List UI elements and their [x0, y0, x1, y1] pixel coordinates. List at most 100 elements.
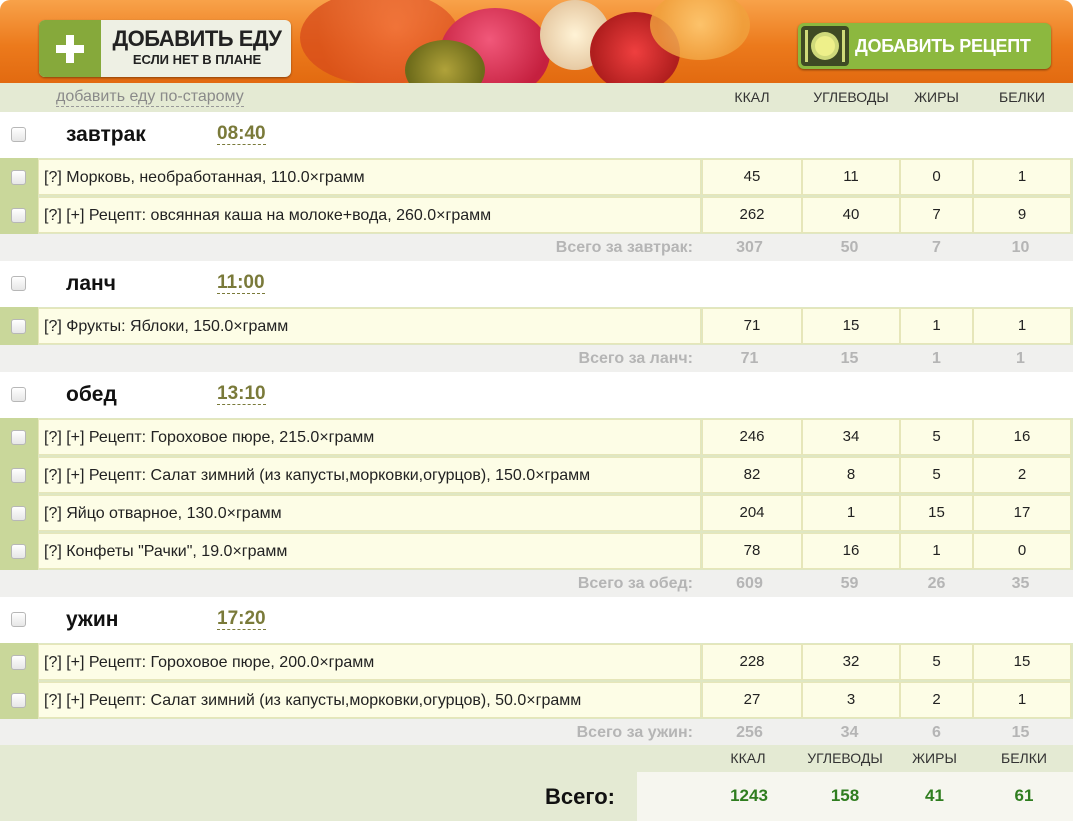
protein-cell: 1 [973, 159, 1071, 195]
carbs-cell: 32 [802, 644, 900, 680]
total-kcal: 71 [740, 350, 759, 367]
grand-total-row: Всего: 1243 158 41 61 [0, 772, 1073, 821]
meal-name: обед [66, 383, 117, 406]
protein-cell: 16 [973, 419, 1071, 455]
add-food-title: ДОБАВИТЬ ЕДУ [112, 26, 282, 51]
fat-cell: 7 [900, 197, 973, 233]
table-row: [?] Морковь, необработанная, 110.0×грамм… [0, 158, 1073, 196]
protein-cell: 15 [973, 644, 1071, 680]
add-food-subtitle: ЕСЛИ НЕТ В ПЛАНЕ [132, 52, 262, 67]
meal-total-row: Всего за ужин: 256 34 6 15 [0, 719, 1073, 746]
add-food-button[interactable]: ДОБАВИТЬ ЕДУ ЕСЛИ НЕТ В ПЛАНЕ [39, 20, 291, 77]
protein-cell: 0 [973, 533, 1071, 569]
header-banner: ДОБАВИТЬ ЕДУ ЕСЛИ НЕТ В ПЛАНЕ ДОБАВИТЬ Р… [0, 0, 1073, 83]
grand-total-kcal: 1243 [730, 786, 768, 805]
meal-header-supper: ужин 17:20 [0, 597, 1073, 643]
total-protein: 10 [1011, 239, 1030, 256]
carbs-cell: 1 [802, 495, 900, 531]
food-name[interactable]: [?] [+] Рецепт: овсянная каша на молоке+… [44, 207, 491, 225]
carbs-cell: 15 [802, 308, 900, 344]
meal-name: ужин [66, 608, 119, 631]
food-checkbox[interactable] [11, 544, 26, 559]
total-carbs: 15 [840, 350, 859, 367]
total-fat: 26 [927, 575, 946, 592]
protein-cell: 17 [973, 495, 1071, 531]
meal-time[interactable]: 11:00 [217, 272, 265, 294]
add-food-old-way-link[interactable]: добавить еду по-старому [56, 88, 244, 107]
meal-total-label: Всего за завтрак: [555, 239, 693, 256]
kcal-cell: 262 [702, 197, 802, 233]
table-row: [?] [+] Рецепт: Гороховое пюре, 215.0×гр… [0, 418, 1073, 456]
total-kcal: 307 [736, 239, 763, 256]
total-protein: 15 [1011, 724, 1030, 741]
food-name[interactable]: [?] [+] Рецепт: Салат зимний (из капусты… [44, 467, 590, 485]
food-name[interactable]: [?] Морковь, необработанная, 110.0×грамм [44, 169, 365, 187]
plate-icon [801, 26, 849, 66]
meal-checkbox[interactable] [11, 276, 26, 291]
column-header-kcal: ККАЛ [734, 89, 770, 105]
total-carbs: 50 [840, 239, 859, 256]
meal-header-dinner: обед 13:10 [0, 372, 1073, 418]
meal-time[interactable]: 08:40 [217, 123, 266, 145]
kcal-cell: 78 [702, 533, 802, 569]
grand-total-values: 1243 158 41 61 [637, 772, 1073, 821]
meal-checkbox[interactable] [11, 127, 26, 142]
total-fat: 7 [932, 239, 941, 256]
grand-total-protein: 61 [1014, 786, 1034, 805]
protein-cell: 1 [973, 682, 1071, 718]
total-protein: 1 [1016, 350, 1025, 367]
grand-header-protein: БЕЛКИ [1001, 750, 1047, 766]
food-checkbox[interactable] [11, 693, 26, 708]
table-row: [?] [+] Рецепт: овсянная каша на молоке+… [0, 196, 1073, 234]
meal-time[interactable]: 17:20 [217, 608, 266, 630]
carbs-cell: 11 [802, 159, 900, 195]
meal-checkbox[interactable] [11, 387, 26, 402]
meal-total-label: Всего за ланч: [578, 350, 693, 367]
food-name[interactable]: [?] Яйцо отварное, 130.0×грамм [44, 505, 282, 523]
column-header-protein: БЕЛКИ [999, 89, 1045, 105]
food-checkbox[interactable] [11, 506, 26, 521]
kcal-cell: 246 [702, 419, 802, 455]
grand-total-fat: 41 [925, 786, 944, 805]
food-checkbox[interactable] [11, 655, 26, 670]
kcal-cell: 45 [702, 159, 802, 195]
food-name[interactable]: [?] Конфеты "Рачки", 19.0×грамм [44, 543, 287, 561]
grand-total-carbs: 158 [830, 786, 860, 805]
total-carbs: 59 [840, 575, 859, 592]
meal-header-lunch: ланч 11:00 [0, 261, 1073, 307]
food-checkbox[interactable] [11, 170, 26, 185]
total-protein: 35 [1011, 575, 1030, 592]
fat-cell: 2 [900, 682, 973, 718]
grand-total-label: Всего: [545, 784, 615, 809]
add-recipe-label: ДОБАВИТЬ РЕЦЕПТ [855, 36, 1031, 56]
total-kcal: 256 [736, 724, 763, 741]
grand-total-header: ККАЛ УГЛЕВОДЫ ЖИРЫ БЕЛКИ [0, 745, 1073, 772]
food-name[interactable]: [?] [+] Рецепт: Салат зимний (из капусты… [44, 692, 581, 710]
kcal-cell: 27 [702, 682, 802, 718]
food-checkbox[interactable] [11, 468, 26, 483]
knife-icon [842, 30, 845, 62]
table-row: [?] [+] Рецепт: Салат зимний (из капусты… [0, 456, 1073, 494]
grand-header-fat: ЖИРЫ [912, 750, 957, 766]
food-checkbox[interactable] [11, 430, 26, 445]
meal-time[interactable]: 13:10 [217, 383, 266, 405]
fat-cell: 5 [900, 419, 973, 455]
carbs-cell: 40 [802, 197, 900, 233]
kcal-cell: 82 [702, 457, 802, 493]
column-header-fat: ЖИРЫ [914, 89, 959, 105]
meal-total-row: Всего за ланч: 71 15 1 1 [0, 345, 1073, 372]
food-checkbox[interactable] [11, 208, 26, 223]
carbs-cell: 34 [802, 419, 900, 455]
plus-icon [39, 20, 101, 77]
protein-cell: 9 [973, 197, 1071, 233]
food-name[interactable]: [?] Фрукты: Яблоки, 150.0×грамм [44, 318, 288, 336]
food-checkbox[interactable] [11, 319, 26, 334]
total-fat: 1 [932, 350, 941, 367]
meal-total-row: Всего за обед: 609 59 26 35 [0, 570, 1073, 597]
meal-checkbox[interactable] [11, 612, 26, 627]
table-row: [?] Фрукты: Яблоки, 150.0×грамм 71 15 1 … [0, 307, 1073, 345]
food-name[interactable]: [?] [+] Рецепт: Гороховое пюре, 215.0×гр… [44, 429, 374, 447]
food-name[interactable]: [?] [+] Рецепт: Гороховое пюре, 200.0×гр… [44, 654, 374, 672]
fat-cell: 5 [900, 457, 973, 493]
add-recipe-button[interactable]: ДОБАВИТЬ РЕЦЕПТ [798, 23, 1051, 69]
